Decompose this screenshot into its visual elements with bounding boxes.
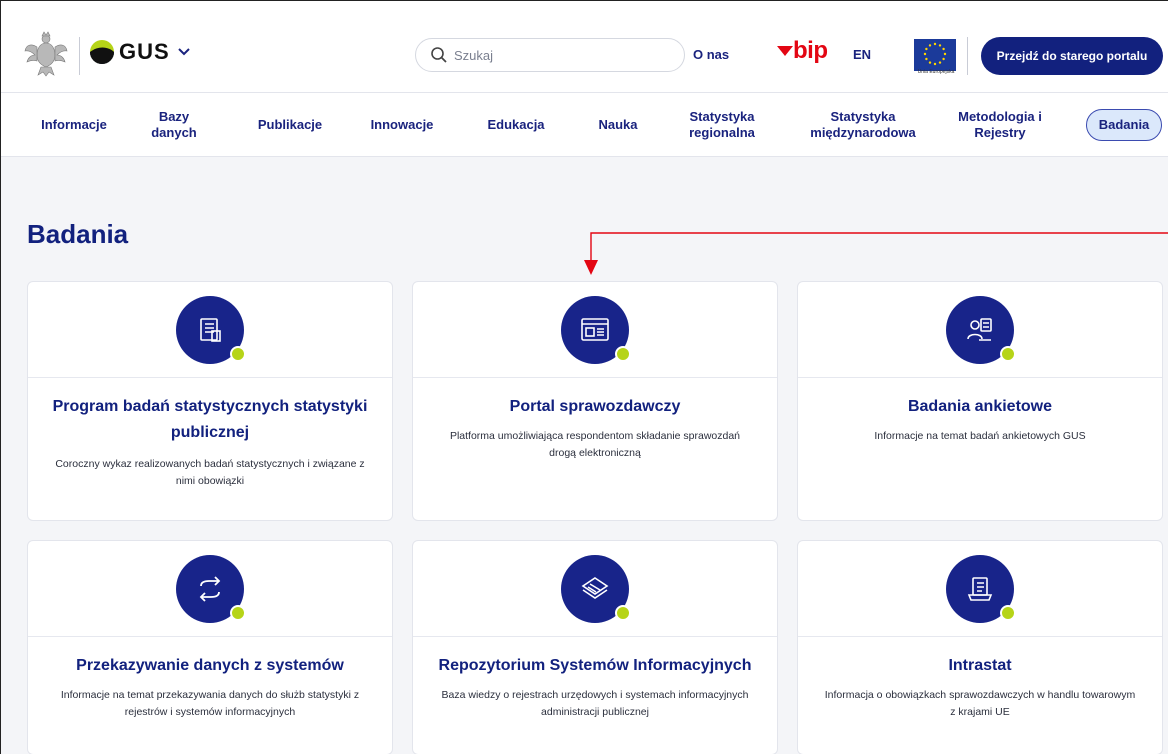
old-portal-button[interactable]: Przejdź do starego portalu xyxy=(981,37,1163,75)
nav-item-publikacje[interactable]: Publikacje xyxy=(255,93,325,157)
bip-logo-text: bip xyxy=(793,37,828,64)
nav-item-innowacje[interactable]: Innowacje xyxy=(369,93,435,157)
card-title: Program badań statystycznych statystyki … xyxy=(52,398,368,441)
card-title: Portal sprawozdawczy xyxy=(509,398,681,415)
card-title: Badania ankietowe xyxy=(907,398,1053,415)
card-program-badan[interactable]: Program badań statystycznych statystyki … xyxy=(27,281,393,521)
laptop-checklist-icon xyxy=(946,555,1016,623)
card-icon-area xyxy=(28,282,392,378)
gus-logo-icon xyxy=(90,40,114,64)
card-title: Repozytorium Systemów Informacyjnych xyxy=(438,657,752,674)
nav-item-informacje[interactable]: Informacje xyxy=(39,93,109,157)
nav-item-bazy-danych[interactable]: Bazy danych xyxy=(147,93,201,157)
language-switch-en[interactable]: EN xyxy=(853,47,871,62)
nav-item-metodologia-rejestry[interactable]: Metodologia i Rejestry xyxy=(955,93,1045,157)
card-przekazywanie-danych[interactable]: Przekazywanie danych z systemów Informac… xyxy=(27,540,393,754)
document-list-icon xyxy=(176,296,246,364)
card-title: Intrastat xyxy=(948,657,1012,674)
browser-window-icon xyxy=(561,296,631,364)
card-icon-area xyxy=(798,541,1162,637)
logo-divider xyxy=(79,37,80,75)
nav-item-statystyka-miedzynarodowa[interactable]: Statystyka międzynarodowa xyxy=(801,93,925,157)
card-icon-area xyxy=(798,282,1162,378)
chevron-down-icon[interactable] xyxy=(177,48,190,56)
card-description: Baza wiedzy o rejestrach urzędowych i sy… xyxy=(441,689,749,718)
card-repozytorium[interactable]: Repozytorium Systemów Informacyjnych Baz… xyxy=(412,540,778,754)
exchange-arrows-icon xyxy=(176,555,246,623)
search-icon[interactable] xyxy=(430,46,448,64)
main-content: Badania Program badań statystycznych sta… xyxy=(1,157,1168,754)
nav-item-edukacja[interactable]: Edukacja xyxy=(485,93,547,157)
card-description: Coroczny wykaz realizowanych badań staty… xyxy=(55,458,365,487)
search-box[interactable] xyxy=(415,38,685,72)
card-description: Informacje na temat badań ankietowych GU… xyxy=(874,430,1086,442)
page-title: Badania xyxy=(27,219,129,249)
card-portal-sprawozdawczy[interactable]: Portal sprawozdawczy Platforma umożliwia… xyxy=(412,281,778,521)
card-description: Informacja o obowiązkach sprawozdawczych… xyxy=(824,689,1136,718)
repository-stack-icon xyxy=(561,555,631,623)
site-header: GUS O nas bip EN xyxy=(1,1,1168,93)
browser-viewport: GUS O nas bip EN xyxy=(0,0,1168,754)
polish-eagle-emblem-icon[interactable] xyxy=(23,31,69,77)
card-badania-ankietowe[interactable]: Badania ankietowe Informacje na temat ba… xyxy=(797,281,1163,521)
card-description: Informacje na temat przekazywania danych… xyxy=(60,689,360,718)
eu-caption: Unia Europejska xyxy=(917,69,955,75)
about-link[interactable]: O nas xyxy=(693,47,729,62)
card-icon-area xyxy=(28,541,392,637)
card-description: Platforma umożliwiająca respondentom skł… xyxy=(449,430,741,459)
survey-people-icon xyxy=(946,296,1016,364)
search-input[interactable] xyxy=(454,47,654,63)
gus-logo-text: GUS xyxy=(119,39,170,64)
card-intrastat[interactable]: Intrastat Informacja o obowiązkach spraw… xyxy=(797,540,1163,754)
main-navigation: Informacje Bazy danych Publikacje Innowa… xyxy=(1,93,1168,157)
nav-item-statystyka-regionalna[interactable]: Statystyka regionalna xyxy=(679,93,765,157)
bip-flag-icon xyxy=(777,46,793,56)
card-icon-area xyxy=(413,282,777,378)
gus-logo-menu[interactable]: GUS xyxy=(89,39,190,65)
card-title: Przekazywanie danych z systemów xyxy=(76,657,344,674)
nav-item-badania[interactable]: Badania xyxy=(1086,109,1162,141)
nav-item-nauka[interactable]: Nauka xyxy=(595,93,641,157)
card-icon-area xyxy=(413,541,777,637)
eu-divider xyxy=(967,37,968,75)
bip-link[interactable]: bip xyxy=(777,37,828,65)
